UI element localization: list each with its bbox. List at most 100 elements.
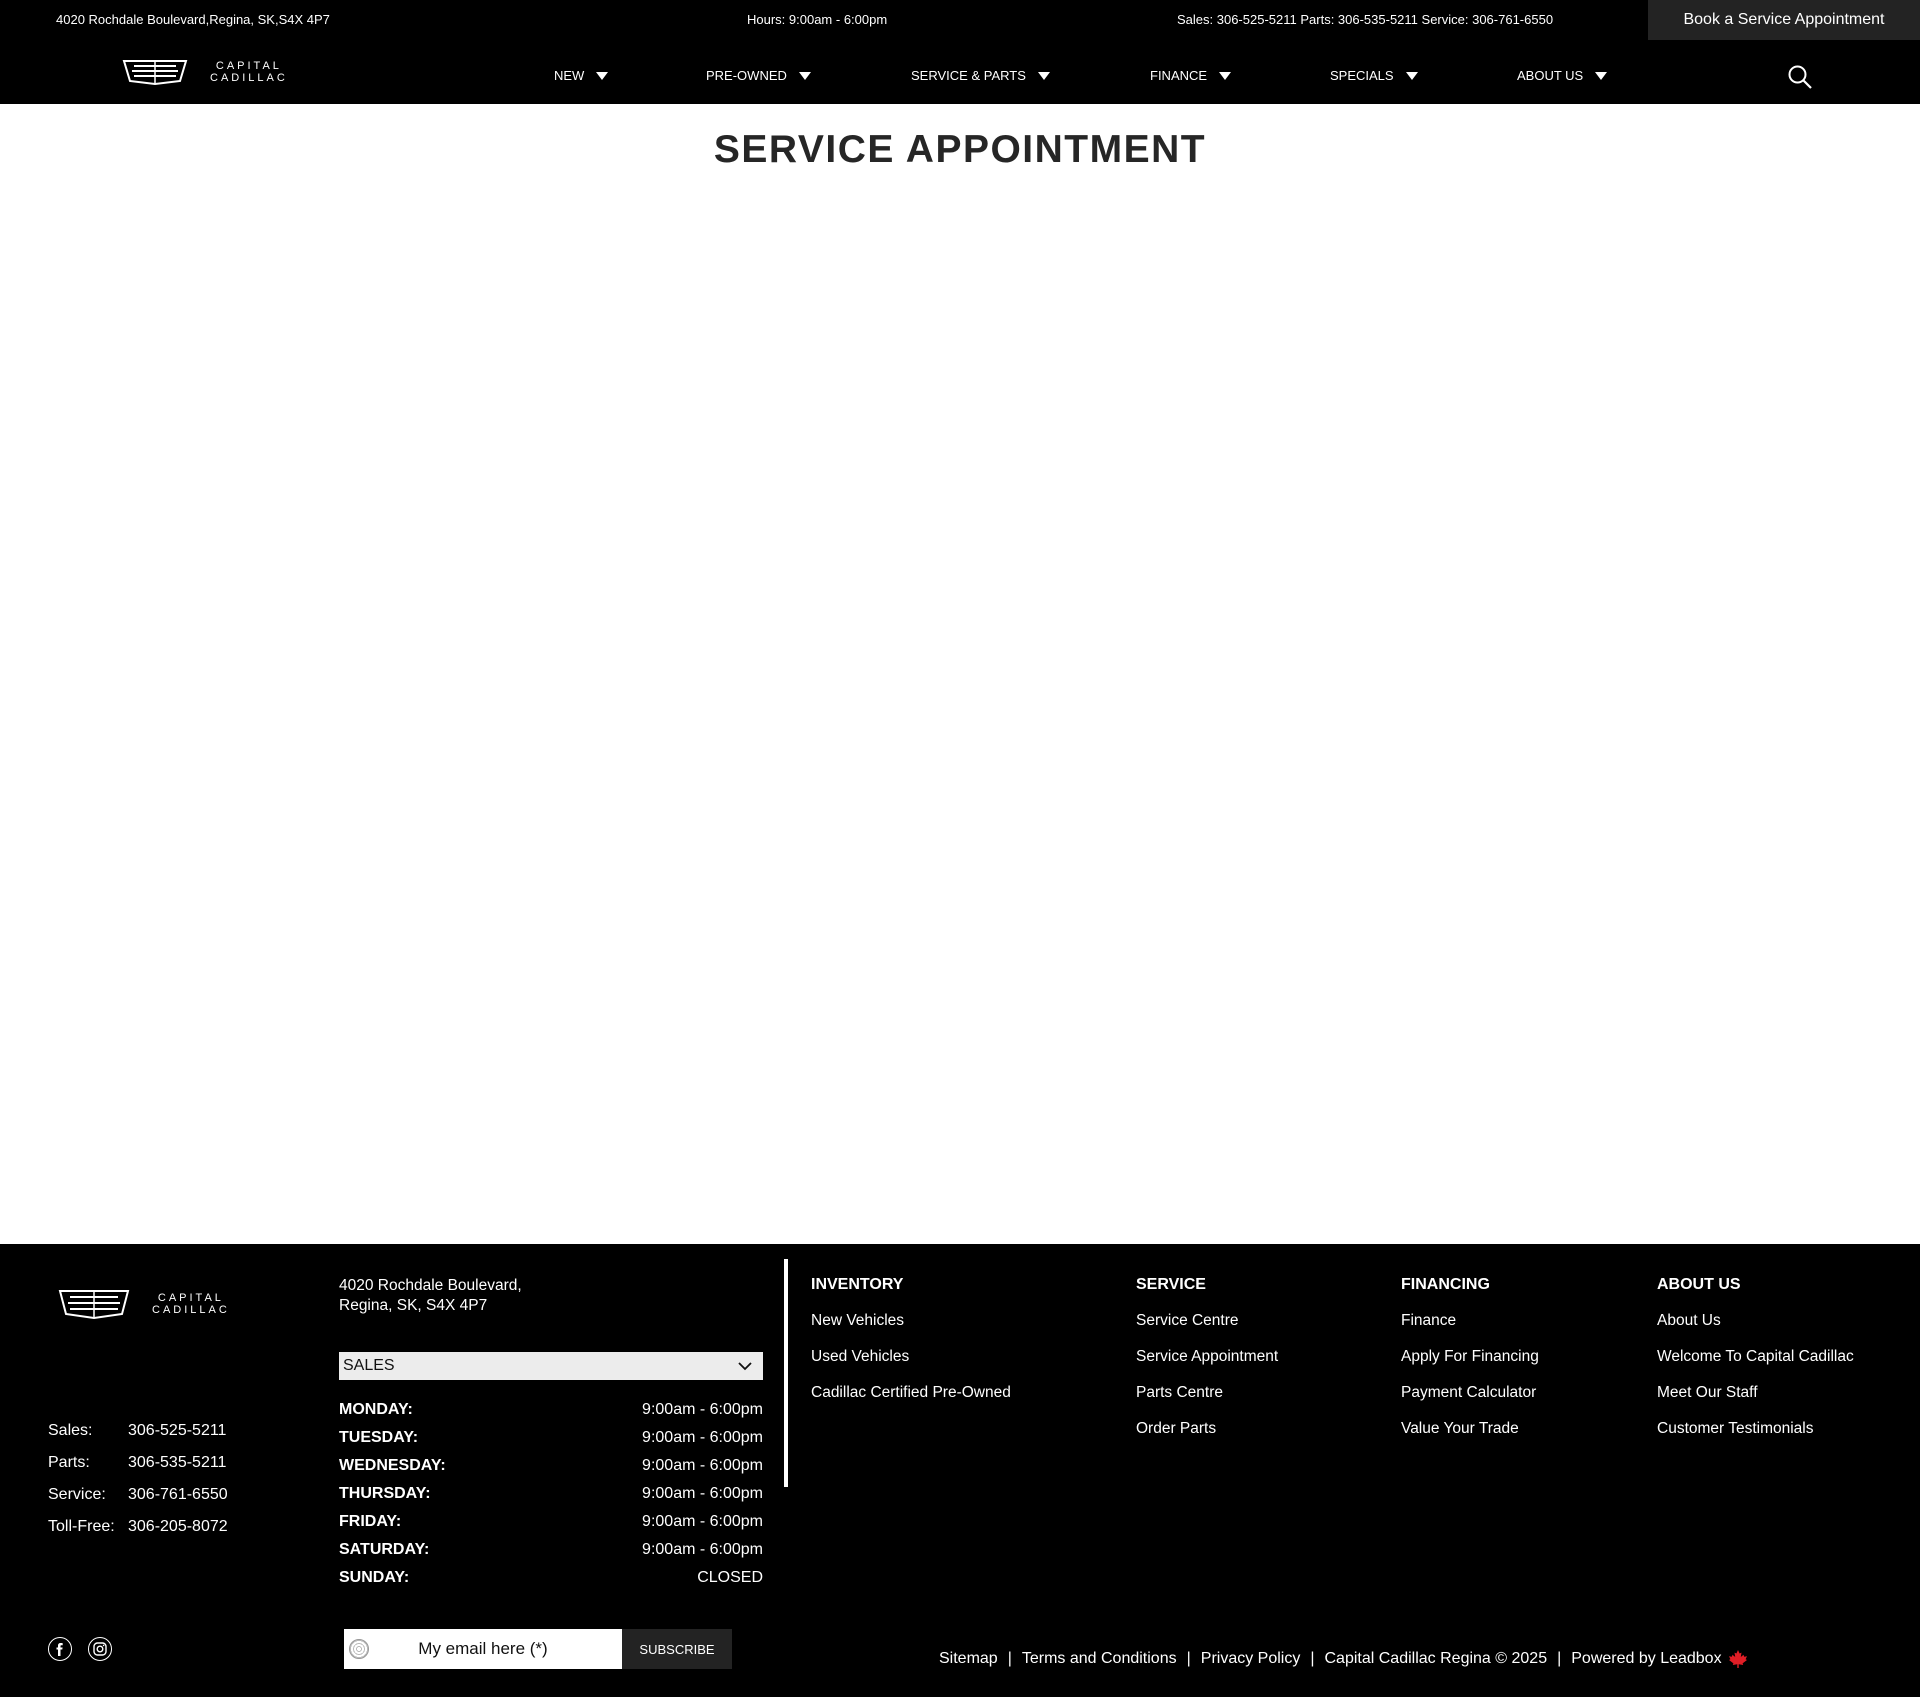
page-title: SERVICE APPOINTMENT xyxy=(713,128,1207,171)
subscribe-button[interactable]: SUBSCRIBE xyxy=(622,1629,732,1669)
footer-link[interactable]: Cadillac Certified Pre-Owned xyxy=(811,1384,1011,1420)
contact-row: Sales: 306-525-5211 xyxy=(48,1422,228,1454)
brand-wordmark: CAPITAL CADILLAC xyxy=(152,1292,230,1316)
hours-time: 9:00am - 6:00pm xyxy=(642,1513,763,1530)
footer-column-heading: SERVICE xyxy=(1136,1276,1206,1293)
legal-separator: | xyxy=(1007,1650,1012,1667)
contact-label: Sales: xyxy=(48,1422,93,1439)
footer-link[interactable]: New Vehicles xyxy=(811,1312,1011,1348)
footer-column-about-us: ABOUT US About Us Welcome To Capital Cad… xyxy=(1657,1276,1854,1456)
footer-link[interactable]: Value Your Trade xyxy=(1401,1420,1539,1456)
nav-item-pre-owned[interactable]: PRE-OWNED xyxy=(706,68,811,83)
nav-label: FINANCE xyxy=(1150,68,1208,83)
footer-column-heading: INVENTORY xyxy=(811,1276,904,1293)
hours-day: TUESDAY: xyxy=(339,1429,419,1446)
caret-down-icon xyxy=(1405,71,1418,80)
topbar-address[interactable]: 4020 Rochdale Boulevard,Regina, SK,S4X 4… xyxy=(56,12,330,27)
address-line1: 4020 Rochdale Boulevard, xyxy=(339,1277,522,1294)
contact-label: Toll-Free: xyxy=(48,1518,115,1535)
brand-wordmark: CAPITAL CADILLAC xyxy=(210,60,288,84)
legal-separator: | xyxy=(1557,1650,1562,1667)
footer-logo[interactable]: CAPITAL CADILLAC xyxy=(58,1289,230,1319)
footer-column-heading: ABOUT US xyxy=(1657,1276,1741,1293)
footer-link[interactable]: Finance xyxy=(1401,1312,1539,1348)
facebook-icon[interactable] xyxy=(48,1637,72,1661)
department-select-value: SALES xyxy=(343,1357,395,1374)
footer-link[interactable]: About Us xyxy=(1657,1312,1854,1348)
email-input[interactable]: My email here (*) xyxy=(344,1629,622,1669)
hours-row: SATURDAY: 9:00am - 6:00pm xyxy=(339,1536,763,1564)
nav-item-new[interactable]: NEW xyxy=(554,68,609,83)
hours-time: 9:00am - 6:00pm xyxy=(642,1457,763,1474)
hours-row: THURSDAY: 9:00am - 6:00pm xyxy=(339,1480,763,1508)
facebook-glyph xyxy=(56,1643,63,1656)
header-logo[interactable]: CAPITAL CADILLAC xyxy=(122,59,288,85)
footer-address[interactable]: 4020 Rochdale Boulevard, Regina, SK, S4X… xyxy=(339,1276,522,1316)
nav-label: NEW xyxy=(554,68,585,83)
footer-link[interactable]: Apply For Financing xyxy=(1401,1348,1539,1384)
hours-day: MONDAY: xyxy=(339,1401,413,1418)
top-bar: 4020 Rochdale Boulevard,Regina, SK,S4X 4… xyxy=(0,0,1920,40)
footer-link[interactable]: Parts Centre xyxy=(1136,1384,1278,1420)
nav-item-about-us[interactable]: ABOUT US xyxy=(1517,68,1608,83)
instagram-icon[interactable] xyxy=(88,1637,112,1661)
nav-item-service-parts[interactable]: SERVICE & PARTS xyxy=(911,68,1050,83)
main-nav: CAPITAL CADILLAC NEW PRE-OWNED SERVICE &… xyxy=(0,40,1920,104)
nav-item-finance[interactable]: FINANCE xyxy=(1150,68,1232,83)
topbar-phones[interactable]: Sales: 306-525-5211 Parts: 306-535-5211 … xyxy=(1177,12,1553,27)
footer-divider xyxy=(784,1259,788,1487)
book-service-appointment-button[interactable]: Book a Service Appointment xyxy=(1648,0,1920,40)
contact-phone-link[interactable]: 306-525-5211 xyxy=(128,1422,226,1454)
contact-phone-link[interactable]: 306-761-6550 xyxy=(128,1486,228,1518)
privacy-link[interactable]: Privacy Policy xyxy=(1201,1650,1301,1668)
hours-row: FRIDAY: 9:00am - 6:00pm xyxy=(339,1508,763,1536)
caret-down-icon xyxy=(1595,71,1608,80)
footer-link[interactable]: Service Centre xyxy=(1136,1312,1278,1348)
brand-line1: CAPITAL xyxy=(215,60,282,72)
contact-phone-link[interactable]: 306-205-8072 xyxy=(128,1518,228,1550)
footer-contacts: Sales: 306-525-5211 Parts: 306-535-5211 Se… xyxy=(48,1422,228,1550)
hours-time: 9:00am - 6:00pm xyxy=(642,1541,763,1558)
copyright-text: Capital Cadillac Regina © 2025 xyxy=(1324,1650,1548,1667)
powered-by-link[interactable]: Powered by Leadbox xyxy=(1571,1650,1721,1668)
contact-row: Service: 306-761-6550 xyxy=(48,1486,228,1518)
newsletter-form: My email here (*) SUBSCRIBE xyxy=(344,1629,732,1669)
footer-link[interactable]: Payment Calculator xyxy=(1401,1384,1539,1420)
footer-column-inventory: INVENTORY New Vehicles Used Vehicles Cad… xyxy=(811,1276,1011,1420)
email-placeholder: My email here (*) xyxy=(418,1639,548,1658)
search-icon[interactable] xyxy=(1787,64,1813,90)
sitemap-link[interactable]: Sitemap xyxy=(939,1650,998,1668)
brand-line2: CADILLAC xyxy=(210,72,288,84)
footer-link[interactable]: Service Appointment xyxy=(1136,1348,1278,1384)
footer-column-financing: FINANCING Finance Apply For Financing Pa… xyxy=(1401,1276,1539,1456)
footer-link[interactable]: Welcome To Capital Cadillac xyxy=(1657,1348,1854,1384)
hours-time: 9:00am - 6:00pm xyxy=(642,1485,763,1502)
legal-separator: | xyxy=(1310,1650,1315,1667)
hours-row: TUESDAY: 9:00am - 6:00pm xyxy=(339,1424,763,1452)
fingerprint-icon xyxy=(349,1639,369,1659)
footer-column-service: SERVICE Service Centre Service Appointme… xyxy=(1136,1276,1278,1456)
terms-link[interactable]: Terms and Conditions xyxy=(1022,1650,1177,1668)
department-select[interactable]: SALES xyxy=(339,1352,763,1380)
hours-time: 9:00am - 6:00pm xyxy=(642,1401,763,1418)
footer-link[interactable]: Used Vehicles xyxy=(811,1348,1011,1384)
instagram-glyph xyxy=(93,1642,107,1656)
hours-row: SUNDAY: CLOSED xyxy=(339,1564,763,1592)
footer: CAPITAL CADILLAC Sales: 306-525-5211 Part… xyxy=(0,1244,1920,1697)
nav-item-specials[interactable]: SPECIALS xyxy=(1330,68,1418,83)
footer-link[interactable]: Order Parts xyxy=(1136,1420,1278,1456)
caret-down-icon xyxy=(1037,71,1050,80)
hours-time: 9:00am - 6:00pm xyxy=(642,1429,763,1446)
footer-column-heading: FINANCING xyxy=(1401,1276,1490,1293)
footer-link[interactable]: Meet Our Staff xyxy=(1657,1384,1854,1420)
contact-row: Toll-Free: 306-205-8072 xyxy=(48,1518,228,1550)
hours-day: SUNDAY: xyxy=(339,1569,410,1586)
nav-label: PRE-OWNED xyxy=(706,68,787,83)
maple-leaf-icon xyxy=(1728,1650,1747,1668)
contact-label: Parts: xyxy=(48,1454,90,1471)
footer-link[interactable]: Customer Testimonials xyxy=(1657,1420,1854,1456)
contact-label: Service: xyxy=(48,1486,106,1503)
nav-label: SPECIALS xyxy=(1330,68,1394,83)
contact-phone-link[interactable]: 306-535-5211 xyxy=(128,1454,226,1486)
contact-row: Parts: 306-535-5211 xyxy=(48,1454,228,1486)
